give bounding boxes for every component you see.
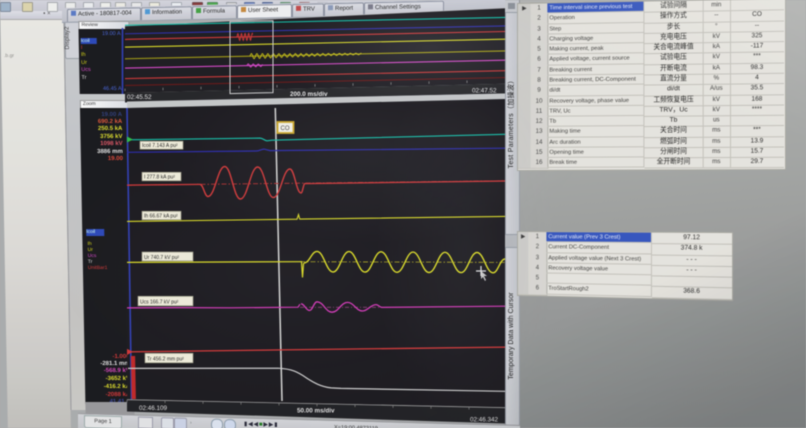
svg-text:Tr 456.2 mm pu²: Tr 456.2 mm pu² xyxy=(147,357,184,363)
svg-text:02:47.52: 02:47.52 xyxy=(472,88,497,95)
svg-text:Ih 66.67 kA pu²: Ih 66.67 kA pu² xyxy=(144,214,178,220)
svg-text:02:46.342: 02:46.342 xyxy=(470,417,499,424)
svg-text:I 277.8 kA pu²: I 277.8 kA pu² xyxy=(144,175,175,181)
svg-text:Ur 740.7 kV pu²: Ur 740.7 kV pu² xyxy=(144,255,179,261)
svg-text:Icoil 7.143 A pu²: Icoil 7.143 A pu² xyxy=(142,143,178,149)
svg-text:50.00 ms/div: 50.00 ms/div xyxy=(297,407,335,414)
svg-text:02:46.109: 02:46.109 xyxy=(139,405,168,412)
svg-text:CO: CO xyxy=(281,126,290,132)
svg-text:200.0 ms/div: 200.0 ms/div xyxy=(290,91,328,98)
svg-text:02:45.52: 02:45.52 xyxy=(127,94,152,101)
svg-text:Ucs 166.7 kV pu²: Ucs 166.7 kV pu² xyxy=(140,300,179,306)
